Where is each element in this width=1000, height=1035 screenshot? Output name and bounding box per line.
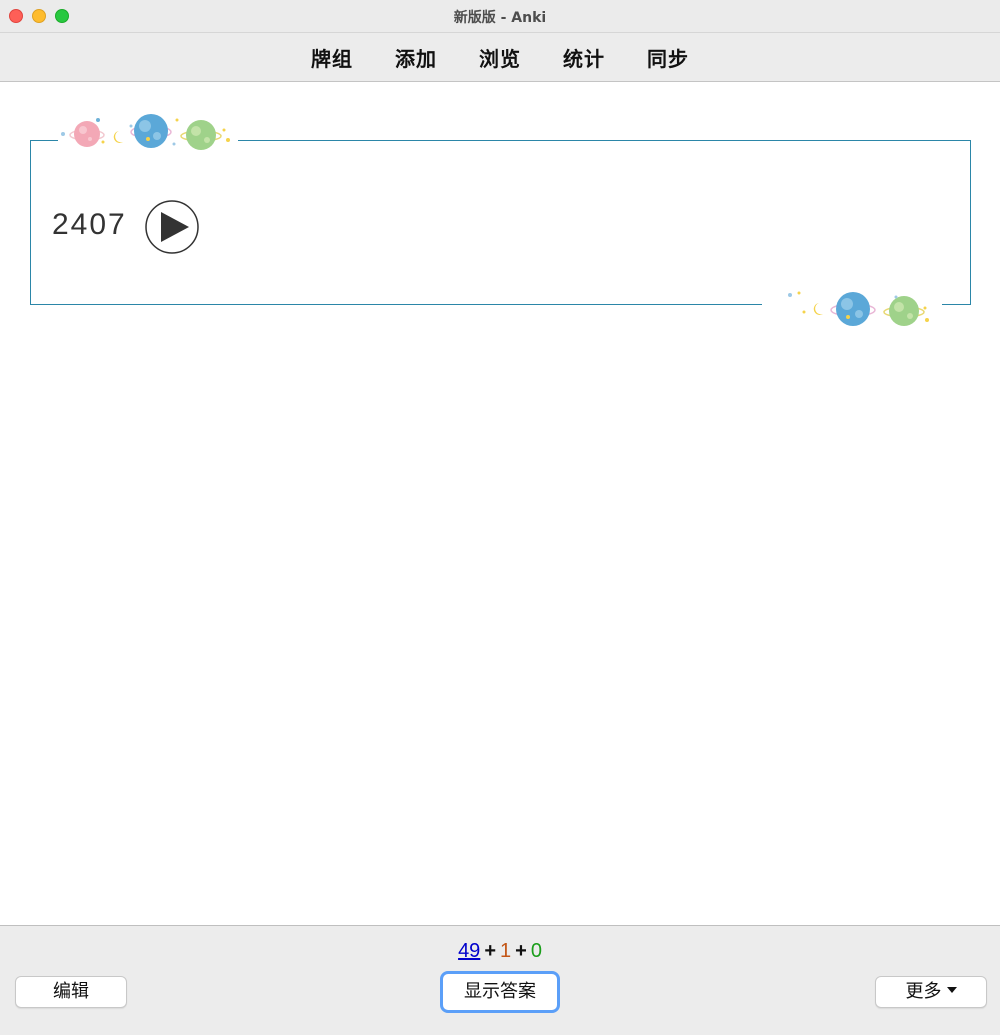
card-counts: 49 +1 +0 xyxy=(0,940,1000,963)
card-review-area: 2407 xyxy=(0,82,1000,925)
anki-window: 新版版 - Anki 牌组 添加 浏览 统计 同步 2407 49 + 1 + … xyxy=(0,0,1000,1035)
toolbar-stats-link[interactable]: 统计 xyxy=(542,43,626,72)
planets-decoration-top xyxy=(58,114,238,154)
review-count: 0 xyxy=(530,940,542,962)
play-icon xyxy=(145,200,199,254)
toolbar-decks-link[interactable]: 牌组 xyxy=(290,43,374,72)
learn-count: 1 xyxy=(500,940,512,962)
toolbar-sync-link[interactable]: 同步 xyxy=(626,43,710,72)
title-bar: 新版版 - Anki xyxy=(0,0,1000,33)
card-question-text: 2407 xyxy=(52,208,127,241)
plus-separator: + xyxy=(484,940,496,962)
play-audio-button[interactable] xyxy=(145,200,199,254)
top-toolbar: 牌组 添加 浏览 统计 同步 xyxy=(0,33,1000,82)
more-button[interactable]: 更多 xyxy=(875,976,987,1008)
caret-down-icon xyxy=(946,987,957,993)
toolbar-add-link[interactable]: 添加 xyxy=(374,43,458,72)
window-title: 新版版 - Anki xyxy=(453,10,547,26)
edit-button[interactable]: 编辑 xyxy=(15,976,127,1008)
show-answer-button[interactable]: 显示答案 xyxy=(440,971,560,1013)
more-button-label: 更多 xyxy=(905,981,942,1002)
planets-decoration-bottom xyxy=(762,288,942,328)
toolbar-browse-link[interactable]: 浏览 xyxy=(458,43,542,72)
bottom-bar: 49 +1 +0 编辑 显示答案 更多 xyxy=(0,925,1000,1035)
new-count[interactable]: 49 xyxy=(458,940,480,962)
plus-separator: + xyxy=(515,940,527,962)
